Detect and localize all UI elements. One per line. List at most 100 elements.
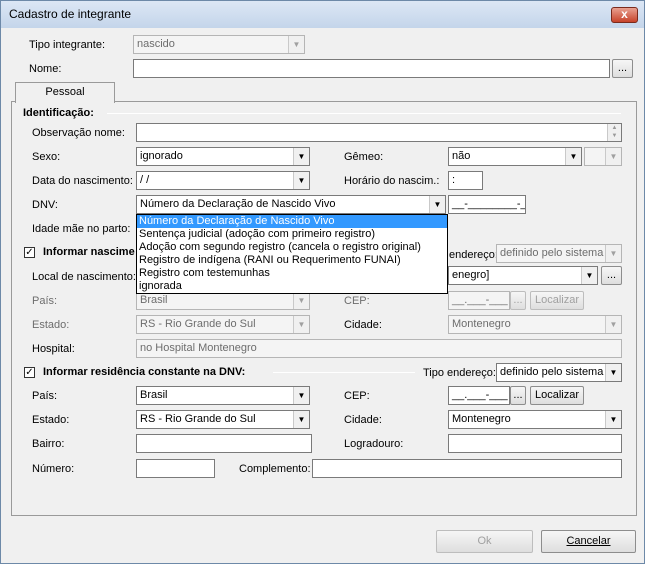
res-cidade-label: Cidade: (344, 414, 382, 426)
sexo-select[interactable]: ignorado ▼ (136, 147, 310, 166)
dnv-dropdown-list[interactable]: Número da Declaração de Nascido Vivo Sen… (136, 214, 448, 294)
res-tipo-endereco-label: Tipo endereço: (423, 367, 496, 379)
sexo-value: ignorado (140, 150, 183, 162)
chevron-down-icon[interactable]: ▼ (605, 364, 621, 381)
nasc-estado-label: Estado: (32, 319, 70, 331)
calendar-dropdown-icon[interactable]: ▼ (293, 172, 309, 189)
res-estado-select[interactable]: RS - Rio Grande do Sul ▼ (136, 410, 310, 429)
residencia-checkbox[interactable]: ✓ (24, 367, 35, 378)
horario-input[interactable]: : (448, 171, 483, 190)
nasc-cep-browse-button[interactable]: ... (510, 291, 526, 310)
dnv-option[interactable]: ignorada (137, 280, 447, 293)
numero-label: Número: (32, 463, 75, 475)
chevron-down-icon[interactable]: ▼ (293, 387, 309, 404)
close-button[interactable]: x (611, 7, 638, 23)
res-cidade-select[interactable]: Montenegro ▼ (448, 410, 622, 429)
nasc-cidade-label: Cidade: (344, 319, 382, 331)
chevron-down-icon[interactable]: ▼ (605, 245, 621, 262)
chevron-down-icon[interactable]: ▼ (293, 316, 309, 333)
dnv-select[interactable]: Número da Declaração de Nascido Vivo ▼ (136, 195, 446, 214)
chevron-down-icon[interactable]: ▼ (293, 411, 309, 428)
chevron-down-icon[interactable]: ▼ (293, 148, 309, 165)
data-nascimento-value: / / (140, 174, 150, 186)
nome-label: Nome: (29, 63, 62, 75)
nasc-tipo-endereco-select[interactable]: definido pelo sistema ▼ (496, 244, 622, 263)
dnv-option[interactable]: Sentença judicial (adoção com primeiro r… (137, 228, 447, 241)
hospital-label: Hospital: (32, 343, 75, 355)
dnv-number-input[interactable]: __-________-_ (448, 195, 526, 214)
bairro-label: Bairro: (32, 438, 65, 450)
res-cidade-value: Montenegro (452, 413, 511, 425)
idade-mae-label: Idade mãe no parto: (32, 223, 131, 235)
res-tipo-endereco-select[interactable]: definido pelo sistema ▼ (496, 363, 622, 382)
res-cep-input[interactable]: __.___-___ (448, 386, 510, 405)
cancel-button[interactable]: Cancelar (541, 530, 636, 553)
res-pais-select[interactable]: Brasil ▼ (136, 386, 310, 405)
nascimento-checkbox[interactable]: ✓ (24, 247, 35, 258)
nasc-pais-value: Brasil (140, 294, 168, 306)
dnv-option[interactable]: Registro com testemunhas (137, 267, 447, 280)
numero-input[interactable] (136, 459, 215, 478)
tipo-integrante-label: Tipo integrante: (29, 39, 106, 51)
window-title: Cadastro de integrante (9, 7, 132, 21)
nasc-cep-label: CEP: (344, 295, 370, 307)
logradouro-input[interactable] (448, 434, 622, 453)
data-nascimento-label: Data do nascimento: (32, 175, 133, 187)
ok-button[interactable]: Ok (436, 530, 533, 553)
nascimento-checkbox-label: Informar nascime (43, 246, 135, 258)
nasc-localizar-button[interactable]: Localizar (530, 291, 584, 310)
nasc-cep-input[interactable]: __.___-___ (448, 291, 510, 310)
chevron-down-icon[interactable]: ▼ (288, 36, 304, 53)
gemeo-extra-select[interactable]: ▼ (584, 147, 622, 166)
local-browse-button[interactable]: ... (601, 266, 622, 285)
scroll-down-icon[interactable]: ▼ (608, 132, 621, 140)
sexo-label: Sexo: (32, 151, 61, 163)
nasc-estado-value: RS - Rio Grande do Sul (140, 318, 256, 330)
tipo-integrante-select[interactable]: nascido ▼ (133, 35, 305, 54)
scroll-up-icon[interactable]: ▲ (608, 124, 621, 132)
complemento-label: Complemento: (239, 463, 311, 475)
res-cep-label: CEP: (344, 390, 370, 402)
observacao-input[interactable]: ▲ ▼ (136, 123, 622, 142)
chevron-down-icon[interactable]: ▼ (605, 411, 621, 428)
chevron-down-icon[interactable]: ▼ (605, 316, 621, 333)
res-cep-browse-button[interactable]: ... (510, 386, 526, 405)
dnv-option[interactable]: Adoção com segundo registro (cancela o r… (137, 241, 447, 254)
tipo-integrante-value: nascido (137, 38, 175, 50)
dnv-value: Número da Declaração de Nascido Vivo (140, 198, 336, 210)
local-nascimento-label: Local de nascimento: (32, 271, 136, 283)
dnv-option[interactable]: Número da Declaração de Nascido Vivo (137, 215, 447, 228)
section-divider (273, 372, 415, 373)
chevron-down-icon[interactable]: ▼ (565, 148, 581, 165)
chevron-down-icon[interactable]: ▼ (581, 267, 597, 284)
identificacao-title: Identificação: (23, 107, 94, 119)
nome-browse-button[interactable]: ... (612, 59, 633, 78)
dnv-label: DNV: (32, 199, 58, 211)
tab-pessoal[interactable]: Pessoal (15, 82, 115, 103)
observacao-scroll[interactable]: ▲ ▼ (607, 124, 621, 141)
res-estado-label: Estado: (32, 414, 70, 426)
horario-label: Horário do nascim.: (344, 175, 440, 187)
title-bar: Cadastro de integrante x (1, 1, 644, 28)
res-estado-value: RS - Rio Grande do Sul (140, 413, 256, 425)
bairro-input[interactable] (136, 434, 312, 453)
chevron-down-icon[interactable]: ▼ (293, 292, 309, 309)
gemeo-select[interactable]: não ▼ (448, 147, 582, 166)
local-nascimento-select[interactable]: enegro] ▼ (448, 266, 598, 285)
dnv-option[interactable]: Registro de indígena (RANI ou Requerimen… (137, 254, 447, 267)
chevron-down-icon[interactable]: ▼ (429, 196, 445, 213)
hospital-input[interactable]: no Hospital Montenegro (136, 339, 622, 358)
gemeo-label: Gêmeo: (344, 151, 384, 163)
chevron-down-icon[interactable]: ▼ (605, 148, 621, 165)
nasc-cidade-select[interactable]: Montenegro ▼ (448, 315, 622, 334)
nasc-cidade-value: Montenegro (452, 318, 511, 330)
res-localizar-button[interactable]: Localizar (530, 386, 584, 405)
complemento-input[interactable] (312, 459, 622, 478)
data-nascimento-input[interactable]: / / ▼ (136, 171, 310, 190)
nasc-tipo-endereco-value: definido pelo sistema (500, 247, 604, 259)
nome-input[interactable] (133, 59, 610, 78)
nasc-tipo-endereco-label: endereço: (449, 249, 498, 261)
observacao-label: Observação nome: (32, 127, 125, 139)
logradouro-label: Logradouro: (344, 438, 404, 450)
nasc-estado-select[interactable]: RS - Rio Grande do Sul ▼ (136, 315, 310, 334)
